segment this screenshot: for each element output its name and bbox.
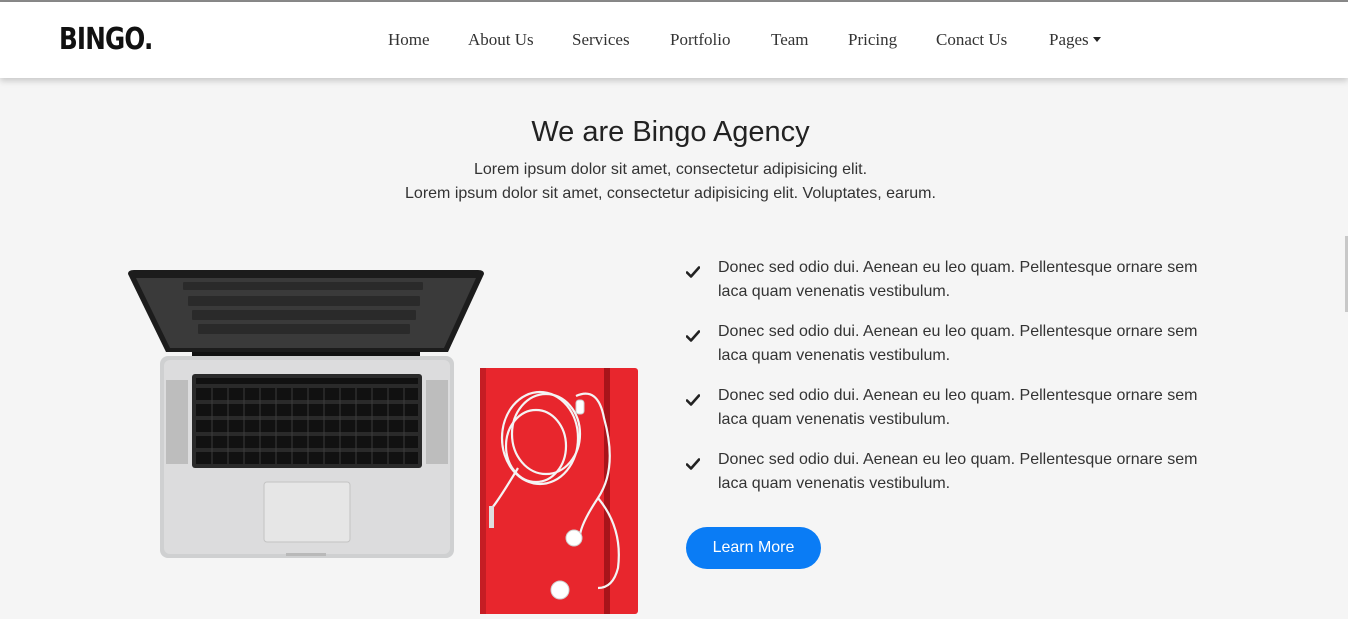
check-icon <box>686 394 700 406</box>
feature-text-line-1: Donec sed odio dui. Aenean eu leo quam. … <box>718 451 1198 468</box>
nav-contact-us[interactable]: Conact Us <box>936 30 1007 50</box>
laptop-image <box>128 270 484 558</box>
nav-pricing[interactable]: Pricing <box>848 30 897 50</box>
hero-illustration <box>128 268 640 619</box>
feature-item: Donec sed odio dui. Aenean eu leo quam. … <box>684 256 1244 320</box>
nav-about-us[interactable]: About Us <box>468 30 534 50</box>
navbar: BINGO. Home About Us Services Portfolio … <box>0 2 1348 78</box>
nav-home[interactable]: Home <box>388 30 430 50</box>
learn-more-button[interactable]: Learn More <box>686 527 821 569</box>
hero-title: We are Bingo Agency <box>531 116 810 148</box>
nav-portfolio[interactable]: Portfolio <box>670 30 730 50</box>
feature-text-line-2: laca quam venenatis vestibulum. <box>718 411 951 428</box>
nav-pages-dropdown[interactable]: Pages <box>1049 30 1101 50</box>
feature-item: Donec sed odio dui. Aenean eu leo quam. … <box>684 448 1244 512</box>
main-nav: Home About Us Services Portfolio Team Pr… <box>0 30 1348 54</box>
feature-item: Donec sed odio dui. Aenean eu leo quam. … <box>684 320 1244 384</box>
nav-services[interactable]: Services <box>572 30 630 50</box>
notebook-image <box>480 368 638 614</box>
feature-text-line-2: laca quam venenatis vestibulum. <box>718 475 951 492</box>
feature-text-line-2: laca quam venenatis vestibulum. <box>718 347 951 364</box>
hero-subtitle-line-2: Lorem ipsum dolor sit amet, consectetur … <box>405 185 936 202</box>
feature-text-line-2: laca quam venenatis vestibulum. <box>718 283 951 300</box>
feature-text-line-1: Donec sed odio dui. Aenean eu leo quam. … <box>718 387 1198 404</box>
check-icon <box>686 330 700 342</box>
nav-team[interactable]: Team <box>771 30 809 50</box>
check-icon <box>686 266 700 278</box>
feature-text-line-1: Donec sed odio dui. Aenean eu leo quam. … <box>718 323 1198 340</box>
feature-list: Donec sed odio dui. Aenean eu leo quam. … <box>684 256 1244 512</box>
caret-down-icon <box>1092 37 1101 42</box>
check-icon <box>686 458 700 470</box>
feature-item: Donec sed odio dui. Aenean eu leo quam. … <box>684 384 1244 448</box>
nav-pages-label: Pages <box>1049 30 1089 49</box>
hero-subtitle-line-1: Lorem ipsum dolor sit amet, consectetur … <box>473 161 868 178</box>
feature-text-line-1: Donec sed odio dui. Aenean eu leo quam. … <box>718 259 1198 276</box>
